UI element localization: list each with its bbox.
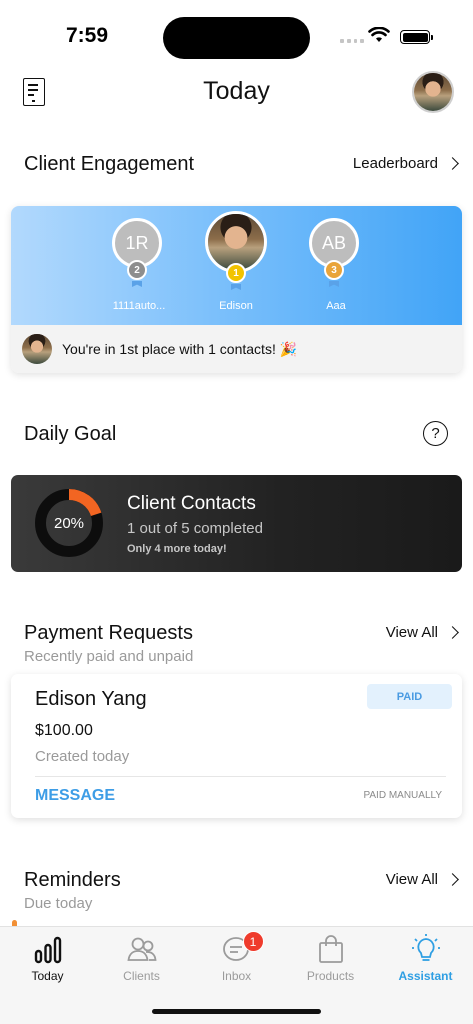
cellular-signal-icon	[340, 35, 364, 43]
goal-note: Only 4 more today!	[127, 543, 227, 555]
rank-message-bar: You're in 1st place with 1 contacts! 🎉	[11, 325, 462, 373]
shopping-bag-icon	[315, 933, 347, 965]
ribbon-icon	[132, 281, 142, 287]
tab-label: Today	[31, 969, 64, 983]
chevron-right-icon	[446, 626, 459, 639]
people-icon	[126, 933, 158, 965]
podium-name: Edison	[219, 300, 253, 312]
payments-subtitle: Recently paid and unpaid	[24, 648, 194, 665]
daily-goal-title: Daily Goal	[24, 423, 117, 445]
unread-badge: 1	[242, 931, 264, 952]
battery-icon	[400, 30, 433, 44]
rank-medal-icon: 2	[127, 260, 147, 280]
status-time: 7:59	[66, 24, 109, 47]
progress-ring: 20%	[35, 489, 103, 557]
reminders-subtitle: Due today	[24, 895, 93, 912]
chevron-right-icon	[446, 873, 459, 886]
podium-rank-1[interactable]: 1 Edison	[205, 211, 267, 319]
tab-label: Products	[306, 969, 355, 983]
profile-avatar[interactable]	[412, 71, 454, 113]
payment-created: Created today	[35, 748, 130, 765]
engagement-title: Client Engagement	[24, 153, 195, 175]
tab-products[interactable]: Products	[283, 933, 378, 983]
podium-rank-2[interactable]: 1R 2 1111auto...	[112, 218, 166, 318]
chevron-right-icon	[446, 157, 459, 170]
tab-label: Inbox	[221, 969, 252, 983]
engagement-card[interactable]: 1R 2 1111auto... 1 Edison AB 3 Aaa You'r…	[11, 206, 462, 373]
tab-clients[interactable]: Clients	[94, 933, 189, 983]
wifi-icon	[368, 27, 390, 42]
tab-label: Clients	[123, 969, 160, 983]
podium-name: Aaa	[326, 300, 346, 312]
goal-progress-text: 1 out of 5 completed	[127, 520, 263, 537]
ribbon-icon	[231, 284, 241, 290]
help-icon[interactable]: ?	[423, 421, 448, 446]
payment-method: PAID MANUALLY	[363, 790, 442, 801]
payments-view-all[interactable]: View All	[385, 624, 459, 641]
leaderboard-podium: 1R 2 1111auto... 1 Edison AB 3 Aaa	[11, 206, 462, 325]
podium-rank-3[interactable]: AB 3 Aaa	[309, 218, 363, 318]
divider	[35, 776, 446, 777]
reminders-title: Reminders	[24, 869, 121, 891]
rank-medal-icon: 3	[324, 260, 344, 280]
payment-client-name: Edison Yang	[35, 688, 147, 710]
header: Today	[0, 64, 473, 120]
payments-title: Payment Requests	[24, 622, 193, 644]
tab-assistant[interactable]: Assistant	[378, 933, 473, 983]
rank-medal-icon: 1	[226, 263, 246, 283]
leaderboard-label: Leaderboard	[352, 155, 438, 172]
ribbon-icon	[329, 281, 339, 287]
user-avatar	[22, 334, 52, 364]
payment-amount: $100.00	[35, 722, 93, 739]
chat-icon: 1	[221, 931, 264, 965]
view-all-label: View All	[385, 871, 438, 888]
tab-today[interactable]: Today	[0, 933, 95, 983]
tab-inbox[interactable]: 1 Inbox	[189, 931, 284, 983]
rank-message: You're in 1st place with 1 contacts! 🎉	[62, 340, 298, 357]
status-badge: PAID	[367, 684, 452, 709]
leaderboard-link[interactable]: Leaderboard	[352, 155, 459, 172]
page-title: Today	[203, 77, 270, 105]
daily-goal-card[interactable]: 20% Client Contacts 1 out of 5 completed…	[11, 475, 462, 572]
message-button[interactable]: MESSAGE	[35, 787, 115, 805]
lightbulb-icon	[410, 933, 442, 965]
reminders-view-all[interactable]: View All	[385, 871, 459, 888]
view-all-label: View All	[385, 624, 438, 641]
bar-chart-icon	[32, 933, 64, 965]
home-indicator	[152, 1009, 321, 1014]
podium-name: 1111auto...	[112, 300, 166, 312]
goal-card-title: Client Contacts	[127, 493, 256, 514]
payment-request-card[interactable]: Edison Yang PAID $100.00 Created today M…	[11, 674, 462, 818]
dynamic-island	[163, 17, 310, 59]
tab-label: Assistant	[398, 969, 453, 983]
status-bar: 7:59	[0, 0, 473, 64]
progress-percent: 20%	[53, 514, 85, 532]
